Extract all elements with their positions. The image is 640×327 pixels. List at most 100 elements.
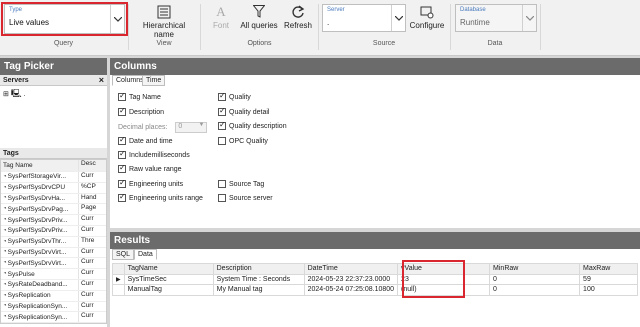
tag-description: %CP — [78, 182, 106, 193]
column-option[interactable]: Includemilliseconds — [118, 149, 190, 159]
tag-list-item[interactable]: ◔ SysPerfSysDrvVirt... Curr — [1, 258, 106, 270]
column-header-tagname[interactable]: TagName — [123, 263, 214, 275]
database-caption: Database — [460, 7, 486, 13]
tag-list-item[interactable]: ◔ SysPerfSysDrvVirt... Curr — [1, 247, 106, 259]
server-node[interactable]: . — [23, 91, 25, 98]
refresh-button[interactable]: Refresh — [283, 5, 313, 30]
tag-name: SysPulse — [7, 270, 35, 278]
tab-sql[interactable]: SQL — [112, 249, 135, 260]
checkbox[interactable] — [118, 163, 126, 173]
tag-list-item[interactable]: ◔ SysReplication Curr — [1, 290, 106, 302]
configure-button[interactable]: Configure — [408, 5, 446, 30]
column-option[interactable]: Tag Name — [118, 91, 161, 101]
column-option[interactable]: Engineering units — [118, 178, 183, 188]
tag-name-cell: ◔ SysPerfSysDrvThr... — [1, 237, 78, 247]
column-option[interactable]: Quality — [218, 91, 251, 101]
checkbox[interactable] — [218, 180, 226, 188]
cell-datetime[interactable]: 2024-05-23 22:37:23.0000 — [303, 273, 399, 285]
column-header-description[interactable]: Description — [212, 263, 305, 275]
tag-list-item[interactable]: ◔ SysPerfSysDrvThr... Thre — [1, 236, 106, 248]
checkbox[interactable] — [118, 149, 126, 159]
decimal-places-select[interactable]: 0 ▼ — [175, 122, 208, 133]
tag-description: Curr — [78, 258, 106, 269]
refresh-label: Refresh — [283, 21, 312, 30]
cell-maxraw[interactable]: 59 — [579, 273, 638, 285]
column-header-tag-name[interactable]: Tag Name — [1, 160, 78, 171]
column-option[interactable]: Source Tag — [218, 180, 264, 188]
server-combo[interactable]: Server . — [322, 4, 406, 32]
cell-minraw[interactable]: 0 — [489, 273, 581, 285]
tag-list-item[interactable]: ◔ SysReplicationSyn... Curr — [1, 312, 106, 324]
chevron-down-icon[interactable] — [522, 5, 536, 31]
column-option[interactable]: Quality detail — [218, 106, 269, 116]
tag-description: Curr — [78, 279, 106, 290]
checkbox[interactable] — [218, 106, 226, 116]
table-row[interactable]: ▶ SysTimeSec System Time : Seconds 2024-… — [112, 273, 638, 285]
option-label: Raw value range — [129, 165, 182, 173]
column-option[interactable]: Quality description — [218, 120, 287, 130]
options-group-label: Options — [247, 40, 272, 47]
all-queries-button[interactable]: All queries — [238, 5, 280, 30]
column-option[interactable]: Engineering units range — [118, 192, 203, 202]
checkbox[interactable] — [218, 91, 226, 101]
cell-tagname[interactable]: ManualTag — [123, 284, 214, 296]
results-header-row: TagName Description DateTime vValue MinR… — [112, 263, 638, 275]
tag-icon: ◔ — [3, 260, 7, 267]
cell-datetime[interactable]: 2024-05-24 07:25:08.10800 — [303, 284, 399, 296]
font-button[interactable]: A Font — [208, 5, 234, 31]
column-option[interactable]: Description — [118, 106, 164, 116]
checkbox[interactable] — [218, 137, 226, 145]
cell-description[interactable]: System Time : Seconds — [212, 273, 305, 285]
tag-description: Curr — [78, 290, 106, 301]
tag-icon: ◔ — [3, 184, 7, 191]
chevron-down-icon[interactable] — [391, 5, 405, 31]
cell-description[interactable]: My Manual tag — [212, 284, 305, 296]
tag-list-item[interactable]: ◔ SysPerfSysDrvPriv... Curr — [1, 225, 106, 237]
expand-icon[interactable]: ⊞ — [3, 91, 9, 98]
tag-list-item[interactable]: ◔ SysPerfSysDrvCPU %CP — [1, 182, 106, 194]
tag-description: Curr — [78, 172, 106, 182]
tag-list-header: Tag Name Desc — [1, 160, 106, 172]
tab-time[interactable]: Time — [142, 75, 166, 86]
tag-list-item[interactable]: ◔ SysPulse Curr — [1, 269, 106, 280]
checkbox[interactable] — [218, 194, 226, 202]
tag-list-item[interactable]: ◔ SysRateDeadband... Curr — [1, 279, 106, 291]
option-label: Date and time — [129, 137, 173, 145]
checkbox[interactable] — [118, 91, 126, 101]
hierarchical-name-label: Hierarchical name — [142, 21, 186, 39]
column-header-minraw[interactable]: MinRaw — [489, 263, 581, 275]
column-header-description[interactable]: Desc — [78, 160, 106, 171]
checkbox[interactable] — [118, 192, 126, 202]
tag-list-item[interactable]: ◔ SysPerfSysDrvHa... Hand — [1, 193, 106, 205]
tag-name: SysReplication — [7, 292, 51, 300]
hierarchy-icon — [132, 5, 196, 19]
cell-tagname[interactable]: SysTimeSec — [123, 273, 214, 285]
checkbox[interactable] — [118, 178, 126, 188]
tag-description: Curr — [78, 225, 106, 236]
tab-data[interactable]: Data — [134, 249, 157, 260]
checkbox[interactable] — [218, 120, 226, 130]
checkbox[interactable] — [118, 135, 126, 145]
checkbox[interactable] — [118, 106, 126, 116]
column-option[interactable]: OPC Quality — [218, 137, 268, 145]
close-icon[interactable]: × — [99, 75, 104, 85]
tag-list-item[interactable]: ◔ SysReplicationSyn... Curr — [1, 301, 106, 313]
settings-icon — [408, 5, 446, 19]
tag-name-cell: ◔ SysRateDeadband... — [1, 280, 78, 290]
column-option[interactable]: Source server — [218, 194, 273, 202]
table-row[interactable]: ManualTag My Manual tag 2024-05-24 07:25… — [112, 284, 638, 296]
database-combo[interactable]: Database Runtime — [455, 4, 537, 32]
tag-list-item[interactable]: ◔ SysPerfSysDrvPriv... Curr — [1, 215, 106, 226]
option-label: Tag Name — [129, 93, 161, 101]
column-header-maxraw[interactable]: MaxRaw — [579, 263, 638, 275]
cell-maxraw[interactable]: 100 — [579, 284, 638, 296]
hierarchical-name-button[interactable]: Hierarchical name — [132, 5, 196, 39]
column-header-datetime[interactable]: DateTime — [303, 263, 399, 275]
tag-list-item[interactable]: ◔ SysPerfStorageVir... Curr — [1, 172, 106, 183]
cell-minraw[interactable]: 0 — [489, 284, 581, 296]
column-option[interactable]: Date and time — [118, 135, 173, 145]
column-option[interactable]: Raw value range — [118, 163, 182, 173]
tag-icon: ◔ — [3, 281, 7, 288]
tag-name-cell: ◔ SysPerfSysDrvVirt... — [1, 258, 78, 268]
tag-list-item[interactable]: ◔ SysPerfSysDrvPag... Page — [1, 204, 106, 216]
